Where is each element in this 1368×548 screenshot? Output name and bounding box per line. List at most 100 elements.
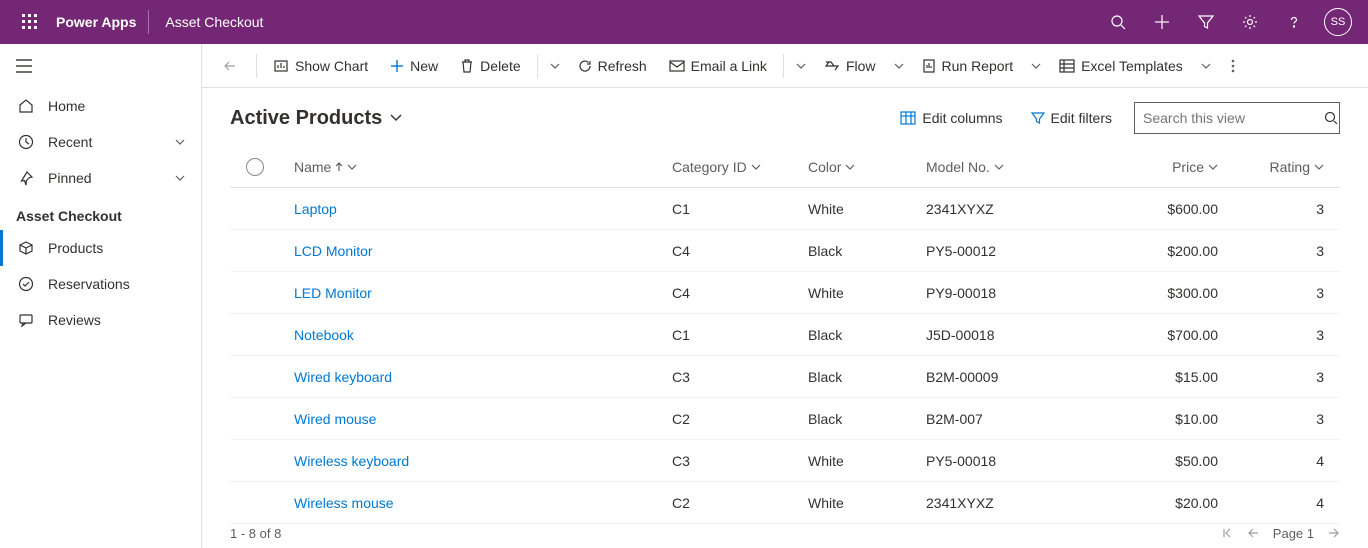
search-view[interactable] [1134,102,1340,134]
row-name-link[interactable]: Wired keyboard [294,369,392,385]
flow-dropdown[interactable] [888,46,910,86]
row-name-link[interactable]: Wireless mouse [294,495,394,511]
cell-model-no: 2341XYXZ [926,495,1114,511]
plus-icon [390,59,404,73]
filter-icon[interactable] [1184,0,1228,44]
cell-category-id: C1 [672,201,808,217]
delete-dropdown[interactable] [544,46,566,86]
grid-footer: 1 - 8 of 8 Page 1 [230,518,1340,548]
row-name-link[interactable]: Wireless keyboard [294,453,409,469]
chevron-down-icon [1208,164,1218,170]
cell-price: $600.00 [1114,201,1244,217]
report-dropdown[interactable] [1025,46,1047,86]
first-page-icon[interactable] [1221,527,1233,539]
cell-color: Black [808,369,926,385]
sidebar-item-home[interactable]: Home [0,88,201,124]
search-icon[interactable] [1096,0,1140,44]
cell-model-no: B2M-00009 [926,369,1114,385]
edit-columns-button[interactable]: Edit columns [894,106,1008,130]
help-icon[interactable] [1272,0,1316,44]
chat-icon [16,310,36,330]
edit-filters-button[interactable]: Edit filters [1025,106,1118,130]
cell-price: $15.00 [1114,369,1244,385]
sidebar-item-recent[interactable]: Recent [0,124,201,160]
column-rating[interactable]: Rating [1244,159,1340,175]
command-bar: Show Chart New Delete Refresh Email a Li… [202,44,1368,88]
cell-category-id: C4 [672,285,808,301]
clock-icon [16,132,36,152]
sidebar-item-label: Reviews [48,312,101,328]
new-button[interactable]: New [380,46,448,86]
global-header: Power Apps Asset Checkout SS [0,0,1368,44]
avatar[interactable]: SS [1324,8,1352,36]
sidebar-item-label: Recent [48,134,92,150]
table-row[interactable]: LCD MonitorC4BlackPY5-00012$200.003 [230,230,1340,272]
cell-category-id: C4 [672,243,808,259]
check-circle-icon [16,274,36,294]
trash-icon [460,59,474,73]
row-name-link[interactable]: Laptop [294,201,337,217]
excel-templates-button[interactable]: Excel Templates [1049,46,1193,86]
cell-price: $700.00 [1114,327,1244,343]
chevron-down-icon [1314,164,1324,170]
cell-price: $300.00 [1114,285,1244,301]
hamburger-icon[interactable] [0,44,201,88]
search-input[interactable] [1143,110,1324,126]
refresh-button[interactable]: Refresh [568,46,657,86]
cell-color: White [808,453,926,469]
table-row[interactable]: LaptopC1White2341XYXZ$600.003 [230,188,1340,230]
add-icon[interactable] [1140,0,1184,44]
chevron-down-icon [347,164,357,170]
row-name-link[interactable]: LED Monitor [294,285,372,301]
home-icon [16,96,36,116]
cell-category-id: C2 [672,411,808,427]
row-name-link[interactable]: LCD Monitor [294,243,373,259]
cell-rating: 3 [1244,243,1340,259]
table-row[interactable]: LED MonitorC4WhitePY9-00018$300.003 [230,272,1340,314]
sidebar-item-products[interactable]: Products [0,230,201,266]
flow-button[interactable]: Flow [814,46,886,86]
email-dropdown[interactable] [790,46,812,86]
table-row[interactable]: Wired mouseC2BlackB2M-007$10.003 [230,398,1340,440]
more-commands[interactable] [1225,46,1241,86]
select-all-checkbox[interactable] [246,158,264,176]
column-category-id[interactable]: Category ID [672,159,808,175]
brand-label: Power Apps [52,14,148,30]
sidebar-item-pinned[interactable]: Pinned [0,160,201,196]
chart-icon [273,58,289,74]
columns-icon [900,111,916,125]
command-label: Excel Templates [1081,58,1183,74]
email-link-button[interactable]: Email a Link [659,46,777,86]
box-icon [16,238,36,258]
row-name-link[interactable]: Wired mouse [294,411,376,427]
table-row[interactable]: Wired keyboardC3BlackB2M-00009$15.003 [230,356,1340,398]
command-label: Show Chart [295,58,368,74]
prev-page-icon[interactable] [1247,527,1259,539]
delete-button[interactable]: Delete [450,46,530,86]
column-price[interactable]: Price [1114,159,1244,175]
show-chart-button[interactable]: Show Chart [263,46,378,86]
sidebar-item-reviews[interactable]: Reviews [0,302,201,338]
back-button[interactable] [210,46,250,86]
excel-dropdown[interactable] [1195,46,1217,86]
cell-rating: 4 [1244,453,1340,469]
separator [537,54,538,78]
chevron-down-icon [751,164,761,170]
table-row[interactable]: NotebookC1BlackJ5D-00018$700.003 [230,314,1340,356]
cell-rating: 3 [1244,411,1340,427]
cell-rating: 4 [1244,495,1340,511]
cell-model-no: 2341XYXZ [926,201,1114,217]
view-title[interactable]: Active Products [230,107,402,130]
column-color[interactable]: Color [808,159,926,175]
column-model-no[interactable]: Model No. [926,159,1114,175]
row-name-link[interactable]: Notebook [294,327,354,343]
command-label: Run Report [942,58,1014,74]
run-report-button[interactable]: Run Report [912,46,1024,86]
column-name[interactable]: Name [280,159,672,175]
waffle-icon[interactable] [8,0,52,44]
table-row[interactable]: Wireless keyboardC3WhitePY5-00018$50.004 [230,440,1340,482]
sidebar-item-label: Reservations [48,276,130,292]
sidebar-item-reservations[interactable]: Reservations [0,266,201,302]
gear-icon[interactable] [1228,0,1272,44]
next-page-icon[interactable] [1328,527,1340,539]
